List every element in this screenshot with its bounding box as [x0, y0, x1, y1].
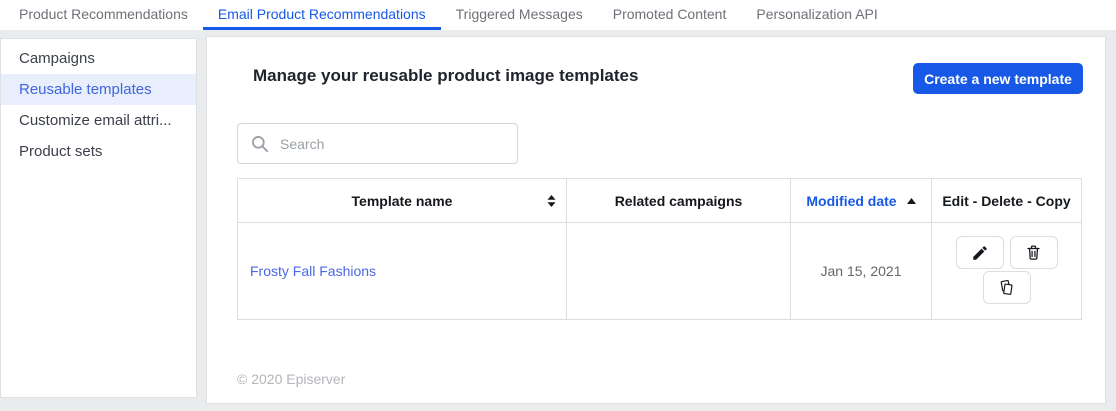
create-template-button[interactable]: Create a new template: [913, 63, 1083, 94]
column-header-label: Modified date: [806, 192, 897, 209]
modified-date-cell: Jan 15, 2021: [791, 223, 932, 319]
copy-button[interactable]: [982, 271, 1031, 304]
copy-icon: [1000, 279, 1013, 295]
action-row-bottom: [982, 271, 1031, 304]
top-tab-bar: Product Recommendations Email Product Re…: [0, 0, 1116, 30]
sidebar-item-campaigns[interactable]: Campaigns: [1, 43, 196, 74]
action-row-top: [955, 236, 1058, 269]
main-panel: Manage your reusable product image templ…: [206, 36, 1106, 404]
related-campaigns-cell: [567, 223, 791, 319]
sidebar-item-customize-email-attributes[interactable]: Customize email attri...: [1, 105, 196, 136]
sidebar: Campaigns Reusable templates Customize e…: [0, 38, 197, 398]
sort-ascending-icon: [906, 197, 916, 204]
modified-date-value: Jan 15, 2021: [820, 263, 902, 279]
search-box[interactable]: [237, 123, 518, 164]
column-header-label: Edit - Delete - Copy: [942, 192, 1071, 209]
tab-personalization-api[interactable]: Personalization API: [741, 0, 892, 30]
sort-both-icon[interactable]: [547, 194, 556, 207]
template-name-cell: Frosty Fall Fashions: [238, 223, 567, 319]
search-input[interactable]: [280, 135, 505, 152]
tab-promoted-content[interactable]: Promoted Content: [598, 0, 742, 30]
delete-button[interactable]: [1009, 236, 1058, 269]
column-header-related-campaigns[interactable]: Related campaigns: [567, 179, 791, 222]
tab-product-recommendations[interactable]: Product Recommendations: [4, 0, 203, 30]
edit-button[interactable]: [955, 236, 1004, 269]
column-header-label: Related campaigns: [614, 192, 743, 209]
column-header-template-name[interactable]: Template name: [238, 179, 567, 222]
table-row: Frosty Fall Fashions Jan 15, 2021: [238, 223, 1081, 319]
table-header-row: Template name Related campaigns Modified…: [238, 179, 1081, 223]
templates-table: Template name Related campaigns Modified…: [237, 178, 1082, 320]
template-link[interactable]: Frosty Fall Fashions: [250, 263, 376, 279]
pencil-icon: [972, 245, 987, 260]
column-header-label: Template name: [351, 192, 453, 209]
page-title: Manage your reusable product image templ…: [253, 66, 639, 85]
actions-cell: [932, 223, 1081, 319]
copyright: © 2020 Episerver: [237, 371, 346, 387]
sidebar-item-product-sets[interactable]: Product sets: [1, 136, 196, 167]
column-header-modified-date[interactable]: Modified date: [791, 179, 932, 222]
tab-triggered-messages[interactable]: Triggered Messages: [441, 0, 598, 30]
sidebar-item-reusable-templates[interactable]: Reusable templates: [1, 74, 196, 105]
search-icon: [251, 135, 268, 152]
column-header-actions: Edit - Delete - Copy: [932, 179, 1081, 222]
tab-email-product-recommendations[interactable]: Email Product Recommendations: [202, 0, 441, 30]
trash-icon: [1027, 245, 1040, 260]
